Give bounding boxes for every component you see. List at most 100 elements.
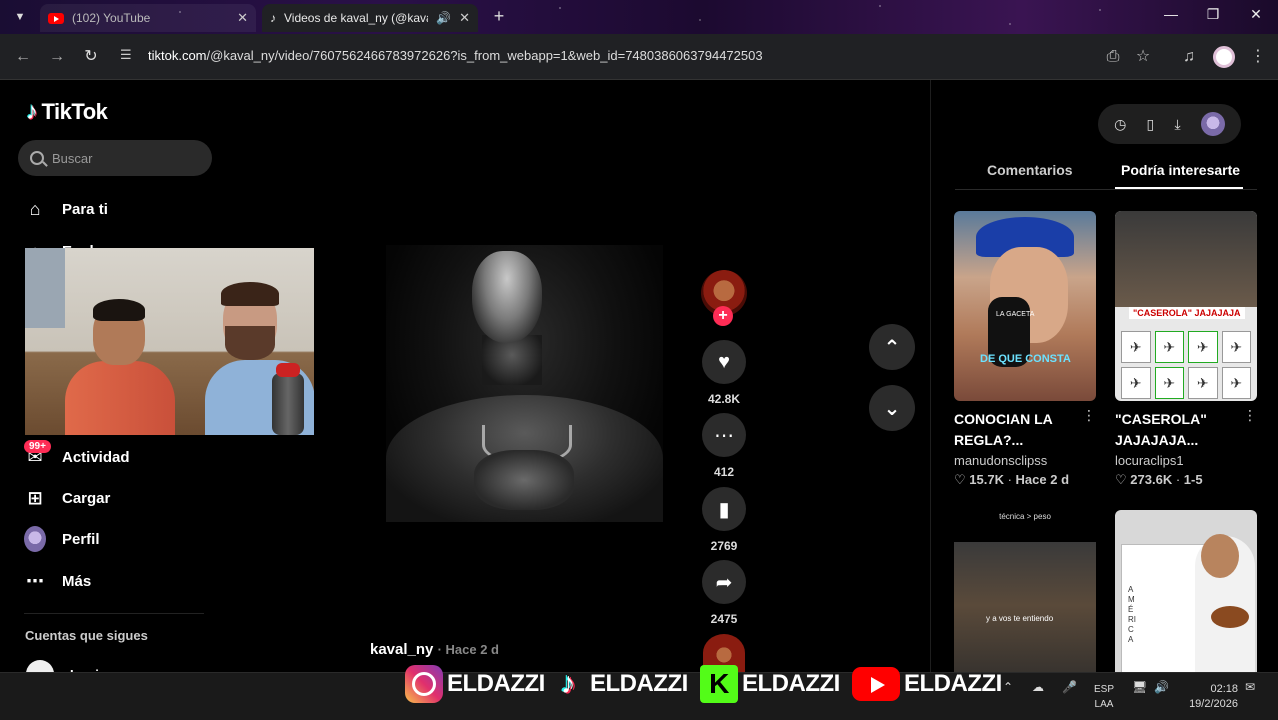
tab-comentarios[interactable]: Comentarios <box>987 162 1073 178</box>
tiktok-logo[interactable]: ♪ TikTok <box>26 98 108 126</box>
home-icon: ⌂ <box>29 198 41 219</box>
sidebar-item-mas[interactable]: ⋯ Más <box>24 570 91 592</box>
card-title: CONOCIAN LA REGLA?... <box>954 411 1053 448</box>
sidebar-item-cargar[interactable]: ⊞ Cargar <box>24 487 110 509</box>
card-title: "CASEROLA" JAJAJAJA... <box>1115 411 1207 448</box>
youtube-icon <box>852 667 900 701</box>
tab-search-dropdown-icon[interactable]: ▼ <box>8 6 32 28</box>
webcam-overlay <box>25 248 314 435</box>
microphone-icon[interactable]: 🎤 <box>1062 680 1077 694</box>
notifications-icon[interactable]: ✉ <box>1245 680 1255 694</box>
save-count: 2769 <box>710 539 738 553</box>
tab-podria-interesarte[interactable]: Podría interesarte <box>1121 162 1240 178</box>
tab-youtube[interactable]: (102) YouTube ✕ <box>40 4 256 32</box>
logo-text: TikTok <box>41 99 108 124</box>
share-action[interactable]: ➦ 2475 <box>700 560 748 626</box>
site-settings-icon[interactable]: ☰ <box>120 47 140 67</box>
address-bar: ← → ↻ ☰ tiktok.com/@kaval_ny/video/76075… <box>0 34 1278 80</box>
chevron-down-icon: ⌄ <box>883 397 901 420</box>
card-author[interactable]: locuraclips1 <box>1115 453 1257 468</box>
more-options-icon[interactable]: ⋮ <box>1243 407 1257 424</box>
tab-tiktok[interactable]: ♪ Videos de kaval_ny (@kaval 🔊 ✕ <box>262 4 478 32</box>
media-controls-icon[interactable]: ♫ <box>1178 46 1200 68</box>
speed-icon[interactable]: ◷ <box>1114 116 1126 133</box>
share-count: 2475 <box>710 612 738 626</box>
active-tab-indicator <box>1115 187 1243 189</box>
tray-overflow-icon[interactable]: ⌃ <box>1003 680 1013 694</box>
like-count: 42.8K <box>707 392 741 406</box>
panel-tabs: Comentarios Podría interesarte <box>955 160 1257 190</box>
follow-button[interactable]: + <box>713 306 733 326</box>
video-thumbnail[interactable]: "CASEROLA" JAJAJAJA ✈ ✈ ✈ ✈ ✈ ✈ ✈ ✈ <box>1115 211 1257 401</box>
more-options-icon[interactable]: ⋮ <box>1082 407 1096 424</box>
maximize-button[interactable]: ❐ <box>1198 6 1228 23</box>
download-icon[interactable]: ⤓ <box>1174 116 1180 133</box>
close-window-button[interactable]: ✕ <box>1241 6 1271 23</box>
tiktok-icon: ♪ <box>560 667 576 700</box>
volume-icon[interactable]: 🔊 <box>1154 680 1169 694</box>
search-box[interactable] <box>18 140 212 176</box>
search-icon <box>30 151 44 165</box>
install-app-icon[interactable]: ⎙ <box>1102 46 1124 68</box>
kick-handle: K ELDAZZI <box>700 664 840 704</box>
video-player[interactable] <box>386 245 663 522</box>
device-icon[interactable]: ▯ <box>1147 116 1155 133</box>
sidebar-item-label: Cargar <box>62 489 111 507</box>
recommended-video-card[interactable]: "CASEROLA" JAJAJAJA ✈ ✈ ✈ ✈ ✈ ✈ ✈ ✈ "CASEROLA"… <box>1115 211 1257 488</box>
sidebar-item-label: Más <box>62 572 92 590</box>
search-input[interactable] <box>52 150 192 166</box>
sidebar-item-perfil[interactable]: Perfil <box>24 526 100 552</box>
instagram-handle: ELDAZZI <box>405 664 545 704</box>
card-author[interactable]: manudonsclipss <box>954 453 1096 468</box>
language-indicator[interactable]: ESP LAA <box>1094 682 1114 712</box>
cloud-icon[interactable]: ☁ <box>1032 680 1044 694</box>
previous-video-button[interactable]: ⌃ <box>869 324 915 370</box>
profile-avatar[interactable] <box>1213 46 1235 68</box>
plus-square-icon: ⊞ <box>27 487 43 508</box>
close-tab-icon[interactable]: ✕ <box>459 10 470 26</box>
tab-label: Videos de kaval_ny (@kaval <box>284 11 429 25</box>
thumbnail-mic-text: LA GACETA <box>996 311 1035 318</box>
author-name[interactable]: kaval_ny <box>370 641 433 658</box>
close-tab-icon[interactable]: ✕ <box>237 10 248 26</box>
browser-menu-icon[interactable]: ⋮ <box>1247 46 1269 68</box>
bookmark-icon[interactable]: ▮ <box>702 487 746 531</box>
thumbnail-caption: DE QUE CONSTA <box>980 353 1071 365</box>
network-icon[interactable]: 🖥 <box>1132 680 1147 694</box>
recommended-video-card[interactable]: LA GACETA DE QUE CONSTA CONOCIAN LA REGL… <box>954 211 1096 488</box>
divider <box>24 613 204 614</box>
reload-icon[interactable]: ↻ <box>80 46 102 68</box>
youtube-handle: ELDAZZI <box>852 664 1002 704</box>
browser-tab-bar: ▼ (102) YouTube ✕ ♪ Videos de kaval_ny (… <box>0 0 1278 34</box>
video-tools: ◷ ▯ ⤓ <box>1098 104 1241 144</box>
audio-playing-icon[interactable]: 🔊 <box>436 11 451 25</box>
bookmark-star-icon[interactable]: ☆ <box>1132 46 1154 68</box>
clock[interactable]: 02:18 19/2/2026 <box>1186 682 1238 712</box>
heart-outline-icon: ♡ <box>954 472 966 487</box>
comment-icon[interactable]: ⋯ <box>702 413 746 457</box>
forward-icon[interactable]: → <box>46 46 68 68</box>
sidebar-item-para-ti[interactable]: ⌂ Para ti <box>24 198 108 220</box>
post-time: Hace 2 d <box>445 642 499 657</box>
sidebar-item-label: Perfil <box>62 530 100 548</box>
minimize-button[interactable]: — <box>1156 6 1186 22</box>
heart-icon[interactable]: ♥ <box>702 340 746 384</box>
tab-label: (102) YouTube <box>72 11 151 25</box>
tiktok-handle: ♪ ELDAZZI <box>550 664 689 704</box>
like-action[interactable]: ♥ 42.8K <box>700 340 748 406</box>
comment-count: 412 <box>713 465 735 479</box>
new-tab-button[interactable]: + <box>488 6 510 28</box>
url-field[interactable]: tiktok.com/@kaval_ny/video/7607562466783… <box>148 48 763 63</box>
comment-action[interactable]: ⋯ 412 <box>700 413 748 479</box>
instagram-icon <box>405 665 443 703</box>
save-action[interactable]: ▮ 2769 <box>700 487 748 553</box>
back-icon[interactable]: ← <box>12 46 34 68</box>
sidebar-item-label: Actividad <box>62 448 130 466</box>
video-thumbnail[interactable]: LA GACETA DE QUE CONSTA <box>954 211 1096 401</box>
following-title: Cuentas que sigues <box>25 628 148 643</box>
share-icon[interactable]: ➦ <box>702 560 746 604</box>
heart-outline-icon: ♡ <box>1115 472 1127 487</box>
next-video-button[interactable]: ⌄ <box>869 385 915 431</box>
avatar[interactable] <box>1200 112 1225 136</box>
kick-icon: K <box>700 665 738 703</box>
